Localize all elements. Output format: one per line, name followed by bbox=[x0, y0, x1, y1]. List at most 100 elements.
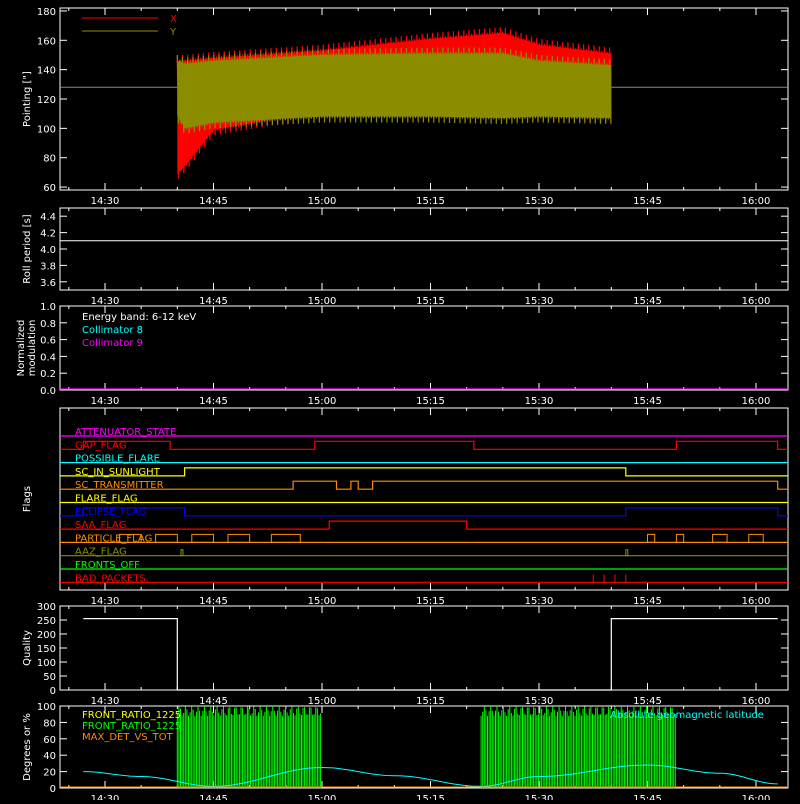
x-tick-label: 15:45 bbox=[633, 296, 662, 307]
annotation: Collimator 9 bbox=[82, 338, 143, 349]
x-tick-label: 15:45 bbox=[633, 696, 662, 707]
x-tick-label: 14:45 bbox=[199, 196, 228, 207]
flag-line-eclipse_flag bbox=[60, 507, 788, 517]
particle-flag-pulse bbox=[270, 533, 301, 543]
y-tick-label: 140 bbox=[37, 66, 56, 77]
y-axis-label: Flags bbox=[22, 486, 33, 512]
x-tick-label: 15:15 bbox=[416, 296, 445, 307]
flag-label-gap_flag: GAP_FLAG bbox=[75, 440, 127, 451]
y-axis-label-line: Normalized bbox=[16, 320, 27, 377]
y-tick-label: 4.4 bbox=[40, 212, 56, 223]
aaz-flag-blip bbox=[180, 549, 184, 557]
legend-label-Y: Y bbox=[169, 27, 177, 38]
legend-label: MAX_DET_VS_TOT bbox=[82, 732, 174, 743]
x-tick-label: 14:30 bbox=[91, 196, 120, 207]
y-tick-label: 300 bbox=[37, 602, 56, 613]
annotation: Collimator 8 bbox=[82, 325, 143, 336]
x-tick-label: 15:00 bbox=[308, 196, 337, 207]
x-tick-label: 15:30 bbox=[525, 196, 554, 207]
x-tick-label: 16:00 bbox=[742, 296, 771, 307]
front-ratio-spikes bbox=[176, 706, 322, 788]
y-tick-label: 80 bbox=[43, 154, 56, 165]
y-tick-label: 180 bbox=[37, 7, 56, 18]
flag-line-sc_transmitter bbox=[60, 480, 788, 490]
particle-flag-pulse bbox=[155, 533, 178, 543]
flag-label-sc_in_sunlight: SC_IN_SUNLIGHT bbox=[75, 467, 161, 478]
flag-label-bad_packets: BAD_PACKETS bbox=[75, 573, 146, 584]
x-tick-label: 14:45 bbox=[199, 596, 228, 607]
x-tick-label: 14:30 bbox=[91, 596, 120, 607]
legend-label: FRONT_RATIO_1225 bbox=[82, 721, 181, 732]
x-tick-label: 15:45 bbox=[633, 396, 662, 407]
legend-label: Absolute geomagnetic latitude bbox=[610, 710, 764, 721]
y-tick-label: 60 bbox=[43, 735, 56, 746]
quality-line bbox=[83, 618, 778, 691]
x-tick-label: 16:00 bbox=[742, 696, 771, 707]
flag-label-possible_flare: POSSIBLE_FLARE bbox=[75, 454, 160, 465]
y-tick-label: 60 bbox=[43, 183, 56, 194]
y-tick-label: 0.4 bbox=[40, 352, 56, 363]
y-tick-label: 100 bbox=[37, 124, 56, 135]
flag-line-saa_flag bbox=[60, 520, 788, 530]
x-tick-label: 15:00 bbox=[308, 296, 337, 307]
particle-flag-pulse bbox=[748, 533, 764, 543]
y-axis-label: Degrees or % bbox=[22, 713, 33, 781]
x-tick-label: 15:30 bbox=[525, 794, 554, 800]
flag-label-attenuator_state: ATTENUATOR_STATE bbox=[75, 427, 176, 438]
annotation: Energy band: 6-12 keV bbox=[82, 312, 196, 323]
x-tick-label: 15:30 bbox=[525, 396, 554, 407]
y-tick-label: 100 bbox=[37, 702, 56, 713]
y-tick-label: 20 bbox=[43, 768, 56, 779]
y-tick-label: 160 bbox=[37, 36, 56, 47]
x-tick-label: 14:45 bbox=[199, 794, 228, 800]
x-tick-label: 16:00 bbox=[742, 396, 771, 407]
x-tick-label: 14:30 bbox=[91, 794, 120, 800]
flag-label-aaz_flag: AAZ_FLAG bbox=[75, 547, 127, 558]
x-tick-label: 15:15 bbox=[416, 196, 445, 207]
chart-svg: 14:30 14:45 15:00 15:15 15:30 15:45 16:00 Point… bbox=[16, 7, 789, 804]
x-tick-label: 15:45 bbox=[633, 596, 662, 607]
y-tick-label: 150 bbox=[37, 644, 56, 655]
flag-label-saa_flag: SAA_FLAG bbox=[75, 520, 126, 531]
y-tick-label: 250 bbox=[37, 616, 56, 627]
y-tick-label: 0.8 bbox=[40, 319, 56, 330]
y-tick-label: 0 bbox=[50, 686, 56, 697]
x-tick-label: 15:30 bbox=[525, 296, 554, 307]
legend-label-X: X bbox=[170, 14, 177, 25]
y-axis-label-line: modulation bbox=[27, 320, 38, 377]
x-tick-label: 14:30 bbox=[91, 296, 120, 307]
x-tick-label: 15:15 bbox=[416, 696, 445, 707]
y-axis-label: Roll period [s] bbox=[22, 214, 33, 283]
x-tick-label: 15:00 bbox=[308, 396, 337, 407]
x-tick-label: 16:00 bbox=[742, 596, 771, 607]
y-tick-label: 80 bbox=[43, 718, 56, 729]
x-tick-label: 15:00 bbox=[308, 696, 337, 707]
y-tick-label: 0.2 bbox=[40, 369, 56, 380]
x-tick-label: 15:00 bbox=[308, 794, 337, 800]
particle-flag-pulse bbox=[647, 533, 656, 543]
y-tick-label: 0.0 bbox=[40, 386, 56, 397]
x-tick-label: 15:45 bbox=[633, 196, 662, 207]
x-tick-label: 14:45 bbox=[199, 696, 228, 707]
x-tick-label: 16:00 bbox=[742, 794, 771, 800]
plot-frame-1 bbox=[59, 207, 789, 291]
flag-label-fronts_off: FRONTS_OFF bbox=[75, 560, 140, 571]
flag-label-flare_flag: FLARE_FLAG bbox=[75, 494, 138, 505]
flag-label-eclipse_flag: ECLIPSE_FLAG bbox=[75, 507, 146, 518]
particle-flag-pulse bbox=[712, 533, 728, 543]
aaz-flag-blip bbox=[625, 549, 629, 557]
y-tick-label: 100 bbox=[37, 658, 56, 669]
legend-label: FRONT_RATIO_1225 bbox=[82, 710, 181, 721]
y-axis-label: Normalizedmodulation bbox=[16, 320, 38, 377]
y-tick-label: 120 bbox=[37, 95, 56, 106]
x-tick-label: 14:30 bbox=[91, 396, 120, 407]
y-tick-label: 200 bbox=[37, 630, 56, 641]
x-tick-label: 15:00 bbox=[308, 596, 337, 607]
y-tick-label: 40 bbox=[43, 751, 56, 762]
x-tick-label: 15:45 bbox=[633, 794, 662, 800]
x-tick-label: 16:00 bbox=[742, 196, 771, 207]
flag-line-gap_flag bbox=[60, 440, 788, 450]
x-tick-label: 15:30 bbox=[525, 696, 554, 707]
particle-flag-pulse bbox=[191, 533, 215, 543]
y-tick-label: 4.2 bbox=[40, 229, 56, 240]
